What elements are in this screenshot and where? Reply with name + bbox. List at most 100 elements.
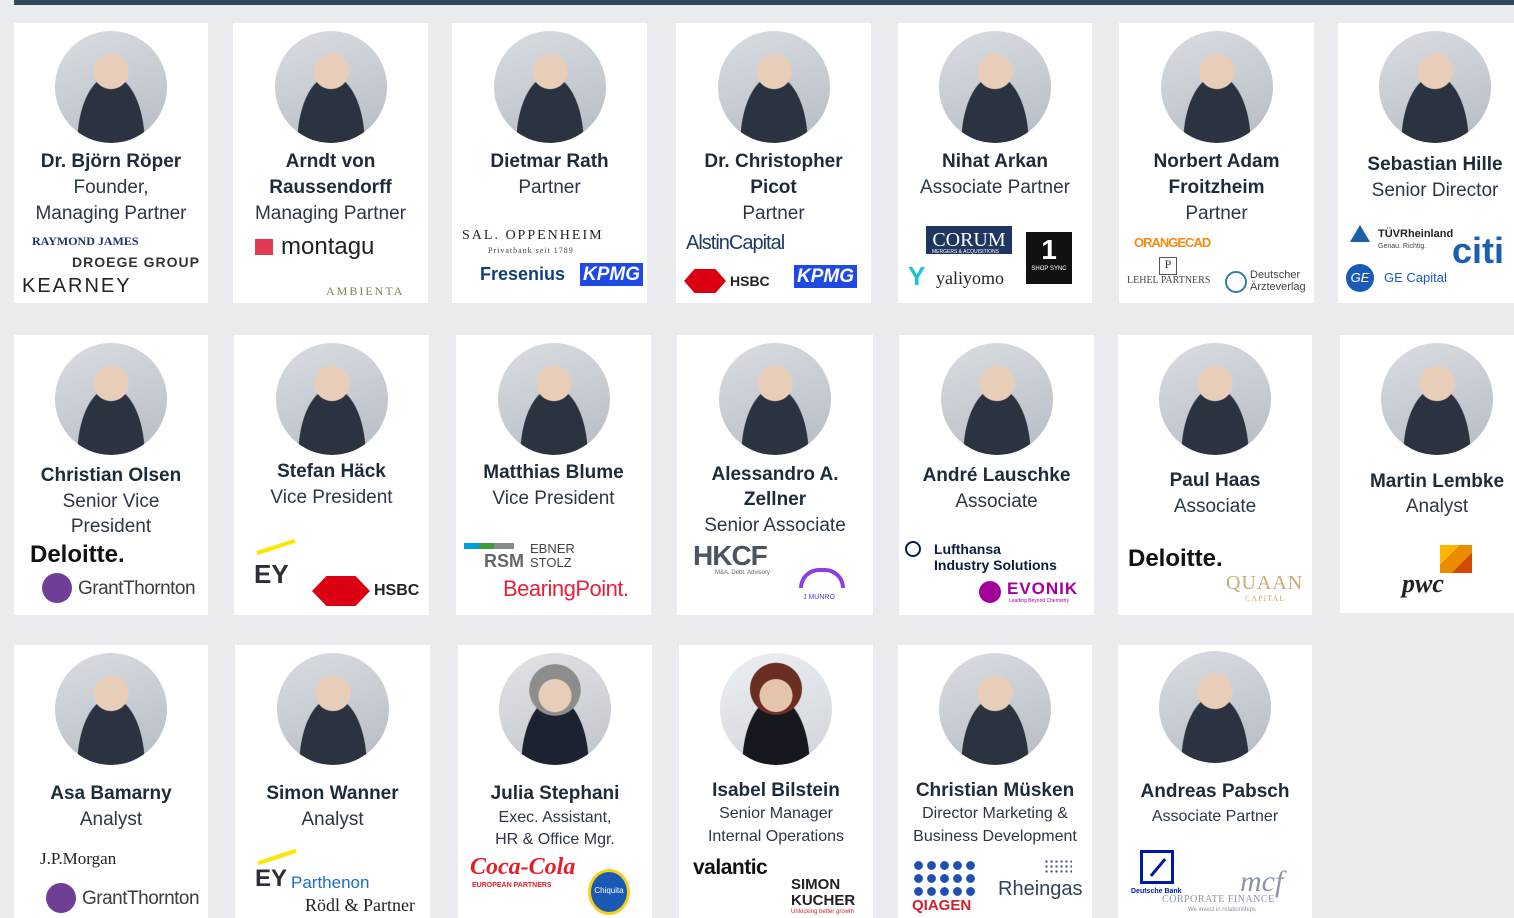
citi-logo: citi bbox=[1452, 230, 1505, 271]
portrait-photo bbox=[717, 31, 830, 143]
grant-thornton-logo: GrantThornton bbox=[78, 578, 196, 599]
profile-card-haas[interactable]: Paul Haas Associate Deloitte. QUAAN CAPI… bbox=[1118, 335, 1312, 615]
profile-card-hille[interactable]: Sebastian Hille Senior Director TÜVRhein… bbox=[1338, 23, 1514, 303]
qiagen-logo: QIAGEN bbox=[912, 897, 972, 914]
person-role: Director Marketing & bbox=[922, 805, 1068, 822]
person-name: Asa Bamarny bbox=[50, 783, 172, 804]
ebner-stolz-logo-line2: STOLZ bbox=[530, 555, 572, 570]
valantic-logo: valantic bbox=[693, 856, 768, 879]
lufthansa-crane-icon bbox=[905, 541, 921, 557]
portrait-photo bbox=[719, 343, 831, 455]
person-role: Partner bbox=[1185, 203, 1248, 224]
parthenon-logo: Parthenon bbox=[291, 873, 370, 892]
header-rule bbox=[14, 0, 1514, 5]
evonik-tagline: Leading Beyond Chemistry bbox=[1009, 598, 1070, 604]
person-name: André Lauschke bbox=[922, 465, 1071, 486]
chiquita-label: Chiquita bbox=[594, 886, 624, 895]
hkcf-tagline: M&A. Debt. Advisory bbox=[715, 570, 771, 576]
profile-card-roeper[interactable]: Dr. Björn Röper Founder, Managing Partne… bbox=[14, 23, 208, 303]
person-role: Analyst bbox=[301, 809, 364, 830]
profile-card-stephani[interactable]: Julia Stephani Exec. Assistant, HR & Off… bbox=[458, 645, 652, 918]
portrait-photo bbox=[940, 343, 1053, 455]
person-role: Partner bbox=[742, 203, 805, 224]
profile-card-haeck[interactable]: Stefan Häck Vice President EY HSBC bbox=[234, 335, 429, 615]
simon-kucher-logo-line2: KUCHER bbox=[791, 892, 856, 909]
person-role: Senior Manager bbox=[719, 805, 833, 822]
profile-card-lembke[interactable]: Martin Lembke Analyst pwc bbox=[1340, 335, 1514, 613]
person-role: Managing Partner bbox=[254, 203, 407, 224]
profile-card-raussendorff[interactable]: Arndt von Raussendorff Managing Partner … bbox=[233, 23, 428, 303]
profile-card-bamarny[interactable]: Asa Bamarny Analyst J.P.Morgan GrantThor… bbox=[14, 645, 208, 918]
profile-card-pabsch[interactable]: Andreas Pabsch Associate Partner Deutsch… bbox=[1118, 645, 1312, 918]
rsm-logo: RSM bbox=[484, 551, 524, 571]
portrait-photo bbox=[1159, 651, 1271, 763]
coca-cola-tagline: EUROPEAN PARTNERS bbox=[472, 882, 552, 889]
profile-card-lauschke[interactable]: André Lauschke Associate Lufthansa Indus… bbox=[899, 335, 1094, 615]
person-name: Stefan Häck bbox=[277, 461, 386, 482]
kpmg-logo: KPMG bbox=[580, 263, 643, 286]
aerzteverlag-icon bbox=[1225, 271, 1247, 293]
aerzteverlag-logo-line1: Deutscher bbox=[1250, 269, 1301, 281]
profile-card-wanner[interactable]: Simon Wanner Analyst EY Parthenon Rödl &… bbox=[235, 645, 430, 918]
hsbc-hexagon-icon bbox=[312, 576, 370, 606]
mcf-tagline-2: We invest in relationships bbox=[1188, 907, 1256, 913]
profile-card-blume[interactable]: Matthias Blume Vice President RSM EBNER … bbox=[456, 335, 651, 615]
tuv-rheinland-logo: TÜVRheinland bbox=[1378, 228, 1454, 240]
hsbc-logo: HSBC bbox=[374, 582, 420, 599]
person-name: Sebastian Hille bbox=[1367, 154, 1503, 175]
person-name: Paul Haas bbox=[1169, 470, 1261, 491]
portrait-photo bbox=[1381, 343, 1493, 455]
ey-beam-icon bbox=[256, 538, 296, 556]
jp-morgan-logo: J.P.Morgan bbox=[40, 849, 117, 868]
grant-thornton-icon bbox=[42, 573, 72, 603]
hkcf-logo: HKCF bbox=[693, 540, 768, 571]
profile-card-zellner[interactable]: Alessandro A. Zellner Senior Associate H… bbox=[677, 335, 873, 615]
person-role: HR & Office Mgr. bbox=[495, 831, 615, 848]
deutsche-bank-slash bbox=[1149, 858, 1167, 877]
coca-cola-logo: Coca-Cola bbox=[470, 854, 576, 880]
profile-card-olsen[interactable]: Christian Olsen Senior Vice President De… bbox=[14, 335, 208, 615]
person-role: Vice President bbox=[270, 487, 393, 508]
pwc-logo: pwc bbox=[1402, 569, 1444, 598]
aerzteverlag-logo-line2: Ärzteverlag bbox=[1250, 281, 1306, 293]
profile-card-arkan[interactable]: Nihat Arkan Associate Partner CORUM MERG… bbox=[898, 23, 1092, 303]
person-name: Julia Stephani bbox=[490, 783, 620, 804]
person-role: Senior Associate bbox=[704, 515, 846, 536]
person-name: Froitzheim bbox=[1168, 177, 1265, 198]
portrait-photo bbox=[939, 653, 1051, 765]
chiquita-logo: Chiquita bbox=[588, 869, 630, 915]
pwc-blocks-icon bbox=[1440, 545, 1472, 573]
montagu-icon bbox=[255, 239, 273, 255]
person-name: Norbert Adam bbox=[1153, 151, 1280, 172]
portrait-photo bbox=[497, 343, 610, 455]
profile-card-rath[interactable]: Dietmar Rath Partner SAL. OPPENHEIM Priv… bbox=[452, 23, 647, 303]
fresenius-logo: Fresenius bbox=[480, 264, 566, 284]
lufthansa-logo-line2: Industry Solutions bbox=[934, 557, 1057, 573]
person-role: Partner bbox=[518, 177, 581, 198]
person-name: Alessandro A. bbox=[711, 464, 839, 485]
person-role: Associate Partner bbox=[1151, 808, 1279, 825]
yaliyomo-logo: yaliyomo bbox=[936, 268, 1004, 288]
ey-beam-icon bbox=[257, 848, 297, 866]
profile-card-muesken[interactable]: Christian Müsken Director Marketing & Bu… bbox=[898, 645, 1092, 918]
one-sync-number: 1 bbox=[1041, 234, 1057, 265]
one-sync-logo: 1 SHOP SYNC bbox=[1026, 232, 1072, 284]
profile-card-picot[interactable]: Dr. Christopher Picot Partner AlstinCapi… bbox=[676, 23, 871, 303]
person-role: Associate Partner bbox=[920, 177, 1070, 198]
deloitte-logo: Deloitte. bbox=[30, 541, 125, 568]
tuv-rheinland-icon bbox=[1350, 225, 1370, 242]
simon-kucher-tagline: Unlocking better growth bbox=[791, 909, 855, 915]
portrait-photo bbox=[1160, 31, 1273, 143]
profile-card-bilstein[interactable]: Isabel Bilstein Senior Manager Internal … bbox=[679, 645, 873, 918]
person-name: Nihat Arkan bbox=[942, 151, 1048, 172]
profile-card-froitzheim[interactable]: Norbert Adam Froitzheim Partner ORANGECA… bbox=[1119, 23, 1314, 303]
person-role: Internal Operations bbox=[707, 828, 845, 845]
lehel-partners-logo: LEHEL PARTNERS bbox=[1127, 275, 1211, 286]
portrait-photo bbox=[1159, 343, 1271, 455]
j-munro-icon bbox=[799, 568, 845, 588]
qiagen-dots-icon bbox=[912, 859, 976, 897]
person-name: Martin Lembke bbox=[1369, 471, 1505, 492]
corum-tagline: MERGERS & ACQUISITIONS bbox=[932, 249, 999, 255]
lehel-partners-icon: P bbox=[1159, 257, 1177, 275]
ey-logo: EY bbox=[254, 559, 289, 589]
